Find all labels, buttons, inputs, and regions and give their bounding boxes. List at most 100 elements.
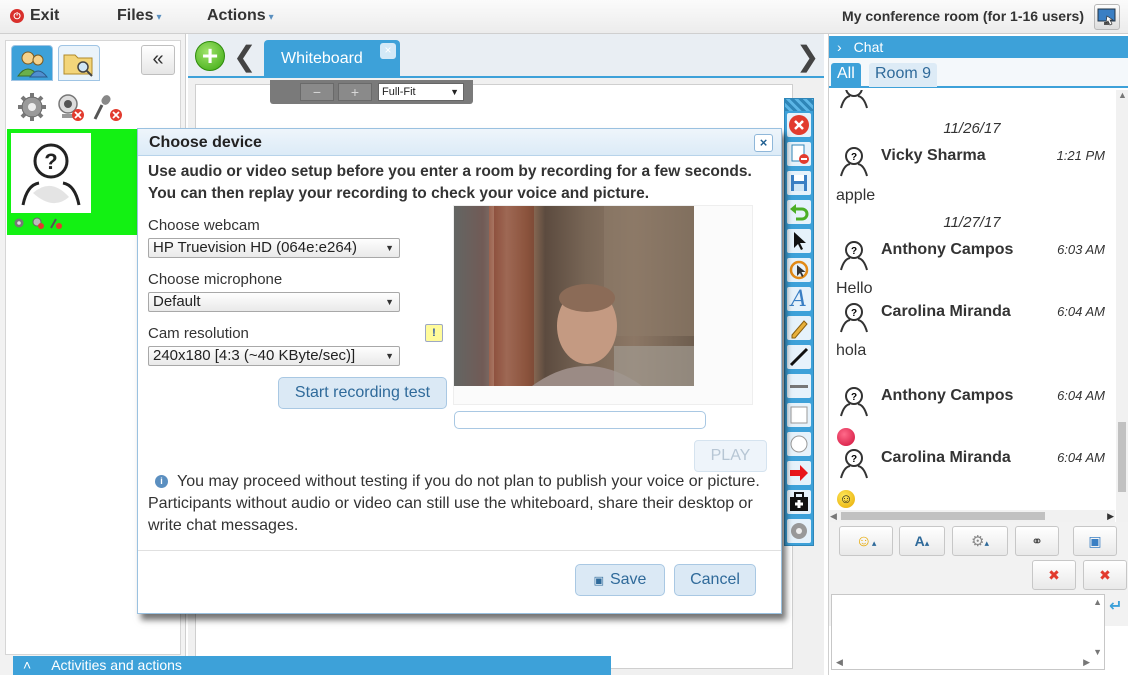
pencil-icon[interactable] (787, 316, 811, 340)
message-author[interactable]: Vicky Sharma (881, 147, 986, 165)
dropdown-arrow-icon: ▼ (385, 243, 394, 253)
scroll-down-icon[interactable]: ▼ (1093, 647, 1102, 657)
whiteboard-tabbar: + ❮ Whiteboard × ❯ (188, 34, 824, 78)
settings-icon[interactable] (787, 519, 811, 543)
delete-chat-button[interactable]: ✖ (1083, 560, 1127, 590)
zoom-out-button[interactable]: − (300, 83, 334, 101)
files-tab[interactable] (58, 45, 100, 81)
warning-icon[interactable]: ! (425, 324, 443, 342)
room-title: My conference room (for 1-16 users) (842, 8, 1084, 24)
chat-header[interactable]: › Chat (829, 36, 1128, 58)
chat-horizontal-scrollbar[interactable]: ◀ ▶ (829, 510, 1115, 522)
next-tab-button[interactable]: ❯ (796, 40, 819, 73)
scroll-up-icon[interactable]: ▲ (1093, 597, 1102, 607)
exit-label: Exit (30, 7, 60, 24)
chat-vertical-scrollbar[interactable]: ▲ ▼ (1116, 90, 1128, 546)
files-menu[interactable]: Files ▾ (117, 7, 162, 25)
message-author[interactable]: Carolina Miranda (881, 303, 1011, 321)
zoom-toolbar: − + Full-Fit ▼ (270, 80, 473, 104)
rectangle-icon[interactable] (787, 403, 811, 427)
message-author[interactable]: Carolina Miranda (881, 449, 1011, 467)
scroll-left-icon[interactable]: ◀ (830, 511, 837, 522)
scroll-thumb[interactable] (1118, 422, 1126, 492)
save-button[interactable]: ▣ Save (575, 564, 665, 596)
insert-link-button[interactable]: ⚭ (1015, 526, 1059, 556)
mic-off-icon[interactable] (49, 217, 63, 229)
arrow-icon[interactable] (787, 461, 811, 485)
add-whiteboard-button[interactable]: + (195, 41, 225, 71)
cancel-button[interactable]: Cancel (674, 564, 756, 596)
emoji-picker-button[interactable]: ☺▴ (839, 526, 893, 556)
clear-chat-button[interactable]: ✖ (1032, 560, 1076, 590)
microphone-value: Default (153, 293, 201, 310)
message-author[interactable]: Anthony Campos (881, 241, 1013, 259)
send-message-button[interactable]: ↵ (1109, 596, 1127, 616)
undo-icon[interactable] (787, 200, 811, 224)
settings-icon[interactable] (16, 91, 48, 123)
zoom-mode-select[interactable]: Full-Fit ▼ (378, 83, 464, 101)
svg-text:?: ? (851, 454, 857, 465)
close-icon[interactable] (787, 113, 811, 137)
exit-menu[interactable]: ⏻ Exit (10, 7, 59, 25)
prev-tab-button[interactable]: ❮ (233, 40, 256, 73)
folder-search-icon (63, 54, 93, 77)
play-button[interactable]: PLAY (694, 440, 767, 472)
tab-all[interactable]: All (831, 63, 861, 87)
webcam-select[interactable]: HP Truevision HD (064e:e264) ▼ (148, 238, 400, 258)
power-icon: ⏻ (10, 9, 24, 23)
select-pointer-icon[interactable] (787, 258, 811, 282)
users-tab[interactable] (11, 45, 53, 81)
dropdown-arrow-icon: ▼ (450, 87, 459, 97)
resolution-select[interactable]: 240x180 [4:3 (~40 KByte/sec)] ▼ (148, 346, 400, 366)
tab-whiteboard[interactable]: Whiteboard × (264, 40, 400, 78)
emoji-laugh-icon: ☺ (837, 490, 855, 508)
avatar-icon (840, 90, 868, 109)
webcam-off-icon[interactable] (31, 217, 45, 229)
microphone-select[interactable]: Default ▼ (148, 292, 400, 312)
dialog-title: Choose device (138, 129, 781, 156)
text-icon[interactable]: A (787, 287, 811, 312)
message-time: 6:03 AM (1057, 242, 1105, 257)
save-label: Save (609, 571, 647, 588)
chat-title: Chat (853, 39, 884, 55)
avatar-icon: ? (840, 449, 868, 479)
chat-settings-button[interactable]: ⚙▴ (952, 526, 1008, 556)
tab-room[interactable]: Room 9 (869, 63, 938, 87)
line-icon[interactable] (787, 345, 811, 369)
scroll-up-icon[interactable]: ▲ (1118, 90, 1127, 100)
close-icon: ✖ (1099, 567, 1111, 583)
zoom-in-button[interactable]: + (338, 83, 372, 101)
save-icon[interactable] (787, 171, 811, 195)
clear-icon: ✖ (1048, 567, 1060, 583)
font-style-button[interactable]: A▴ (899, 526, 945, 556)
settings-icon[interactable] (13, 217, 25, 229)
actions-menu[interactable]: Actions ▾ (207, 7, 274, 25)
pointer-icon[interactable] (787, 229, 811, 253)
chevron-right-icon: › (837, 39, 842, 55)
start-recording-button[interactable]: Start recording test (278, 377, 447, 409)
caret-down-icon: ▾ (156, 12, 162, 23)
webcam-off-icon[interactable] (54, 91, 86, 123)
clipart-icon[interactable] (787, 490, 811, 514)
collapse-panel-button[interactable]: « (141, 45, 175, 75)
scroll-left-icon[interactable]: ◀ (836, 657, 843, 668)
clear-page-icon[interactable] (787, 142, 811, 166)
dialog-close-button[interactable]: × (754, 134, 773, 152)
activities-bar[interactable]: ˄ Activities and actions (13, 656, 611, 675)
chat-message-input[interactable]: ▲ ▼ ◀ ▶ (831, 594, 1105, 670)
gear-icon: ⚙ (971, 533, 985, 550)
svg-text:?: ? (851, 308, 857, 319)
close-tab-icon[interactable]: × (380, 43, 396, 59)
scroll-right-icon[interactable]: ▶ (1083, 657, 1090, 668)
message-text: apple (836, 187, 876, 204)
scroll-right-icon[interactable]: ▶ (1107, 511, 1114, 522)
ellipse-icon[interactable] (787, 432, 811, 456)
toolbar-drag-handle[interactable] (785, 99, 813, 111)
svg-text:?: ? (851, 246, 857, 257)
mic-off-icon[interactable] (92, 91, 124, 123)
room-screen-button[interactable] (1094, 4, 1120, 30)
underline-icon[interactable] (787, 374, 811, 398)
scroll-thumb[interactable] (841, 512, 1045, 520)
save-chat-button[interactable]: ▣ (1073, 526, 1117, 556)
message-author[interactable]: Anthony Campos (881, 387, 1013, 405)
